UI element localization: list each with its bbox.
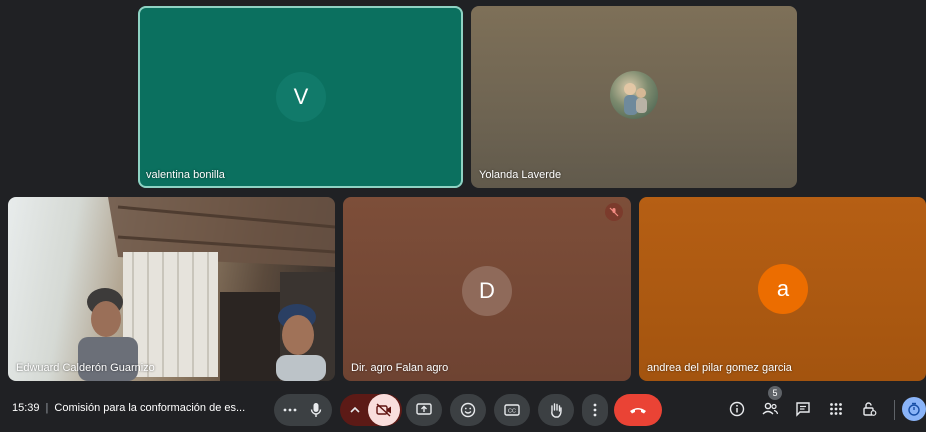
timer-button[interactable] [902, 394, 926, 424]
audio-controls [274, 394, 332, 426]
control-bar: 15:39 | Comisión para la conformación de e… [0, 388, 926, 432]
clock-time: 15:39 [12, 402, 40, 414]
captions-icon: CC [504, 404, 520, 416]
participant-tile-dir-agro[interactable]: D Dir. agro Falan agro [343, 197, 631, 381]
mic-off-icon [605, 203, 623, 221]
people-icon [762, 402, 779, 415]
people-count-badge: 5 [768, 386, 782, 400]
svg-text:CC: CC [508, 409, 516, 415]
timer-icon [902, 397, 926, 421]
avatar: V [276, 72, 326, 122]
participant-name: Edwuard Calderón Guarnizo [16, 362, 155, 374]
host-controls-icon [863, 402, 877, 416]
emoji-button[interactable] [450, 394, 486, 426]
present-button[interactable] [406, 394, 442, 426]
participant-tile-edwuard[interactable]: Edwuard Calderón Guarnizo [8, 197, 335, 381]
participant-tile-valentina[interactable]: V valentina bonilla [138, 6, 463, 188]
participant-name: andrea del pilar gomez garcia [647, 362, 792, 374]
more-vert-icon [593, 403, 597, 417]
participant-name: valentina bonilla [146, 169, 225, 181]
end-call-icon [630, 408, 646, 414]
participant-tile-andrea[interactable]: a andrea del pilar gomez garcia [639, 197, 926, 381]
more-icon[interactable] [277, 408, 303, 412]
end-call-button[interactable] [614, 394, 662, 426]
avatar: D [462, 266, 512, 316]
participant-name: Dir. agro Falan agro [351, 362, 449, 374]
divider [894, 400, 895, 420]
raise-hand-icon [551, 403, 562, 418]
video-controls [340, 394, 402, 426]
chat-button[interactable] [788, 394, 818, 424]
avatar: a [758, 264, 808, 314]
meeting-details[interactable]: 15:39 | Comisión para la conformación de e… [12, 402, 245, 414]
captions-button[interactable]: CC [494, 394, 530, 426]
info-button[interactable] [722, 394, 752, 424]
participant-name: Yolanda Laverde [479, 169, 562, 181]
info-icon [729, 401, 745, 417]
participant-tile-yolanda[interactable]: Yolanda Laverde [471, 6, 797, 188]
mic-icon[interactable] [303, 402, 329, 418]
video-feed [78, 197, 335, 381]
avatar [610, 71, 658, 119]
present-icon [416, 403, 432, 415]
more-options-button[interactable] [582, 394, 608, 426]
camera-off-icon[interactable] [368, 394, 400, 426]
meeting-title: Comisión para la conformación de es... [54, 402, 246, 414]
chevron-up-icon[interactable] [342, 407, 368, 413]
emoji-icon [460, 402, 476, 418]
raise-hand-button[interactable] [538, 394, 574, 426]
activities-button[interactable] [821, 394, 851, 424]
activities-icon [830, 403, 842, 415]
chat-icon [796, 402, 810, 417]
host-controls-button[interactable] [854, 394, 884, 424]
